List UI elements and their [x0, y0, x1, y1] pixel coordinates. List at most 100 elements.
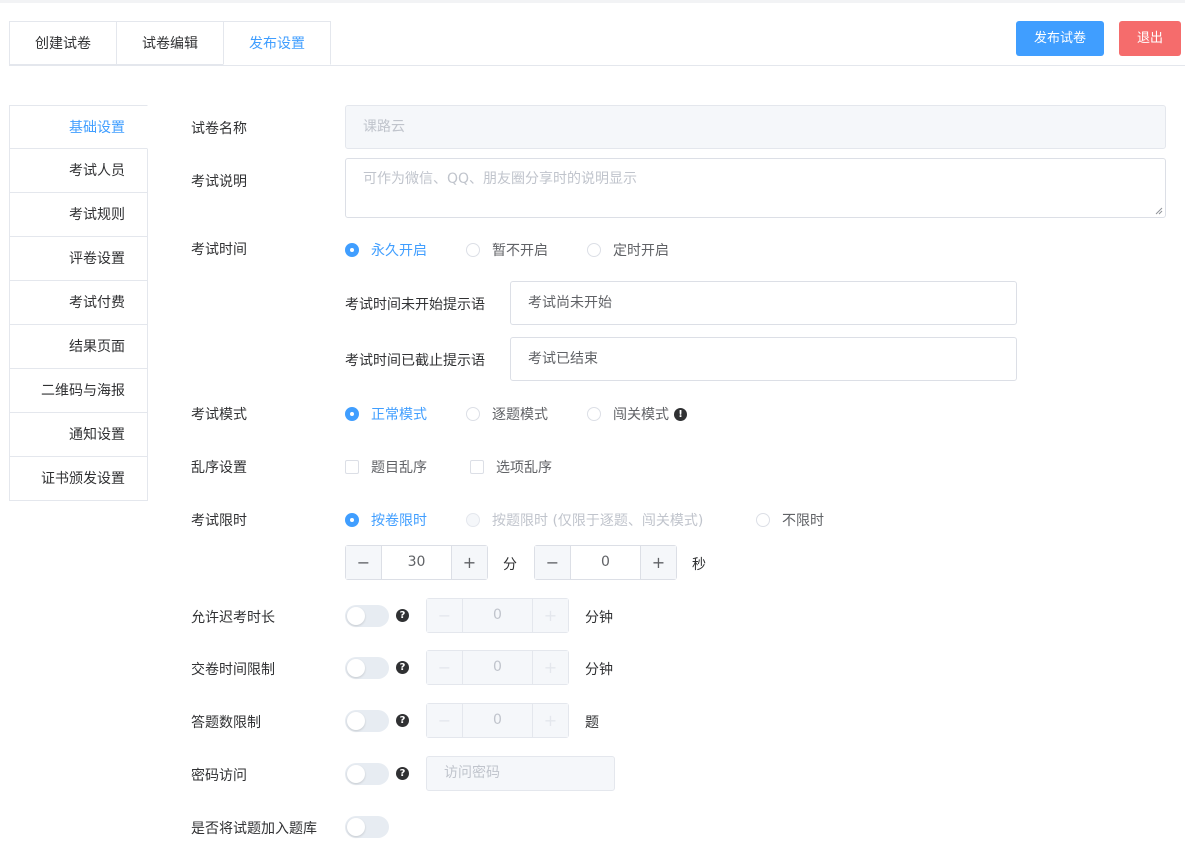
- seconds-unit: 秒: [692, 557, 706, 573]
- late-duration-switch[interactable]: [345, 605, 389, 627]
- radio-label: 按题限时 (仅限于逐题、闯关模式): [492, 513, 704, 529]
- exam-time-label: 考试时间: [191, 242, 247, 258]
- password-switch[interactable]: [345, 763, 389, 785]
- submit-limit-value[interactable]: 0: [463, 651, 532, 684]
- radio-time-scheduled[interactable]: 定时开启: [587, 240, 669, 260]
- radio-mode-level[interactable]: 闯关模式!: [587, 404, 687, 424]
- exam-name-input[interactable]: 课路云: [345, 105, 1166, 149]
- tab-edit-paper[interactable]: 试卷编辑: [116, 21, 223, 65]
- not-started-tip-label: 考试时间未开始提示语: [345, 297, 485, 313]
- radio-label: 不限时: [782, 513, 824, 529]
- tabs-divider: [9, 65, 1185, 66]
- sidebar-item-basic[interactable]: 基础设置: [9, 105, 148, 149]
- ended-tip-input[interactable]: 考试已结束: [510, 337, 1017, 381]
- late-duration-label: 允许迟考时长: [191, 610, 275, 626]
- radio-label: 正常模式: [371, 407, 427, 423]
- radio-time-not-open[interactable]: 暂不开启: [466, 240, 548, 260]
- exam-name-label: 试卷名称: [191, 121, 247, 137]
- exam-desc-placeholder: 可作为微信、QQ、朋友圈分享时的说明显示: [363, 171, 638, 187]
- radio-dot: [466, 243, 480, 257]
- radio-limit-none[interactable]: 不限时: [756, 510, 824, 530]
- submit-limit-unit: 分钟: [585, 662, 613, 678]
- checkbox-box: [470, 460, 484, 474]
- tab-create-paper[interactable]: 创建试卷: [9, 21, 116, 65]
- submit-limit-switch[interactable]: [345, 657, 389, 679]
- radio-label: 按卷限时: [371, 513, 427, 529]
- submit-limit-stepper[interactable]: − 0 +: [426, 650, 569, 685]
- answer-count-stepper[interactable]: − 0 +: [426, 703, 569, 738]
- help-icon[interactable]: ?: [396, 609, 409, 622]
- publish-button[interactable]: 发布试卷: [1016, 21, 1104, 56]
- submit-limit-label: 交卷时间限制: [191, 662, 275, 678]
- answer-count-label: 答题数限制: [191, 715, 261, 731]
- radio-label: 闯关模式: [613, 407, 669, 423]
- late-duration-value[interactable]: 0: [463, 599, 532, 632]
- tab-publish-settings[interactable]: 发布设置: [223, 21, 331, 65]
- exit-button[interactable]: 退出: [1119, 21, 1181, 56]
- radio-dot: [587, 407, 601, 421]
- help-icon[interactable]: ?: [396, 661, 409, 674]
- sidebar-item-grading[interactable]: 评卷设置: [9, 237, 148, 281]
- minutes-stepper[interactable]: − 30 +: [345, 545, 488, 580]
- top-divider: [0, 0, 1185, 3]
- plus-icon[interactable]: +: [451, 546, 487, 579]
- sidebar-item-qrcode-poster[interactable]: 二维码与海报: [9, 369, 148, 413]
- late-duration-stepper[interactable]: − 0 +: [426, 598, 569, 633]
- radio-dot: [587, 243, 601, 257]
- checkbox-label: 选项乱序: [496, 460, 552, 476]
- sidebar-item-participants[interactable]: 考试人员: [9, 149, 148, 193]
- time-limit-label: 考试限时: [191, 513, 247, 529]
- question-bank-switch[interactable]: [345, 816, 389, 838]
- help-icon[interactable]: ?: [396, 714, 409, 727]
- plus-icon[interactable]: +: [532, 651, 568, 684]
- minutes-unit: 分: [503, 557, 517, 573]
- radio-mode-normal[interactable]: 正常模式: [345, 404, 427, 424]
- password-input[interactable]: 访问密码: [426, 756, 615, 791]
- radio-dot: [345, 407, 359, 421]
- sidebar-item-certificate[interactable]: 证书颁发设置: [9, 457, 148, 501]
- seconds-stepper[interactable]: − 0 +: [534, 545, 677, 580]
- sidebar-item-rules[interactable]: 考试规则: [9, 193, 148, 237]
- radio-dot: [756, 513, 770, 527]
- minutes-value[interactable]: 30: [382, 546, 451, 579]
- radio-dot: [345, 243, 359, 257]
- exam-desc-textarea[interactable]: 可作为微信、QQ、朋友圈分享时的说明显示: [345, 158, 1166, 218]
- radio-limit-paper[interactable]: 按卷限时: [345, 510, 427, 530]
- minus-icon[interactable]: −: [427, 651, 463, 684]
- shuffle-label: 乱序设置: [191, 460, 247, 476]
- checkbox-question-shuffle[interactable]: 题目乱序: [345, 457, 427, 477]
- minus-icon[interactable]: −: [346, 546, 382, 579]
- radio-limit-question[interactable]: 按题限时 (仅限于逐题、闯关模式): [466, 510, 703, 530]
- exam-mode-label: 考试模式: [191, 407, 247, 423]
- radio-label: 逐题模式: [492, 407, 548, 423]
- radio-dot: [466, 513, 480, 527]
- settings-sidebar: 基础设置 考试人员 考试规则 评卷设置 考试付费 结果页面 二维码与海报 通知设…: [9, 105, 148, 501]
- radio-mode-one-by-one[interactable]: 逐题模式: [466, 404, 548, 424]
- info-icon[interactable]: !: [674, 407, 687, 421]
- not-started-tip-input[interactable]: 考试尚未开始: [510, 281, 1017, 325]
- radio-time-permanent[interactable]: 永久开启: [345, 240, 427, 260]
- sidebar-item-result-page[interactable]: 结果页面: [9, 325, 148, 369]
- radio-label: 定时开启: [613, 243, 669, 259]
- resize-handle-icon[interactable]: [1155, 207, 1163, 215]
- checkbox-box: [345, 460, 359, 474]
- minus-icon[interactable]: −: [427, 599, 463, 632]
- sidebar-item-payment[interactable]: 考试付费: [9, 281, 148, 325]
- help-icon[interactable]: ?: [396, 767, 409, 780]
- checkbox-option-shuffle[interactable]: 选项乱序: [470, 457, 552, 477]
- radio-dot: [466, 407, 480, 421]
- plus-icon[interactable]: +: [640, 546, 676, 579]
- radio-label: 永久开启: [371, 243, 427, 259]
- answer-count-switch[interactable]: [345, 710, 389, 732]
- answer-count-value[interactable]: 0: [463, 704, 532, 737]
- question-bank-label: 是否将试题加入题库: [191, 821, 317, 837]
- plus-icon[interactable]: +: [532, 599, 568, 632]
- seconds-value[interactable]: 0: [571, 546, 640, 579]
- minus-icon[interactable]: −: [427, 704, 463, 737]
- minus-icon[interactable]: −: [535, 546, 571, 579]
- plus-icon[interactable]: +: [532, 704, 568, 737]
- late-duration-unit: 分钟: [585, 610, 613, 626]
- sidebar-item-notification[interactable]: 通知设置: [9, 413, 148, 457]
- checkbox-label: 题目乱序: [371, 460, 427, 476]
- ended-tip-label: 考试时间已截止提示语: [345, 353, 485, 369]
